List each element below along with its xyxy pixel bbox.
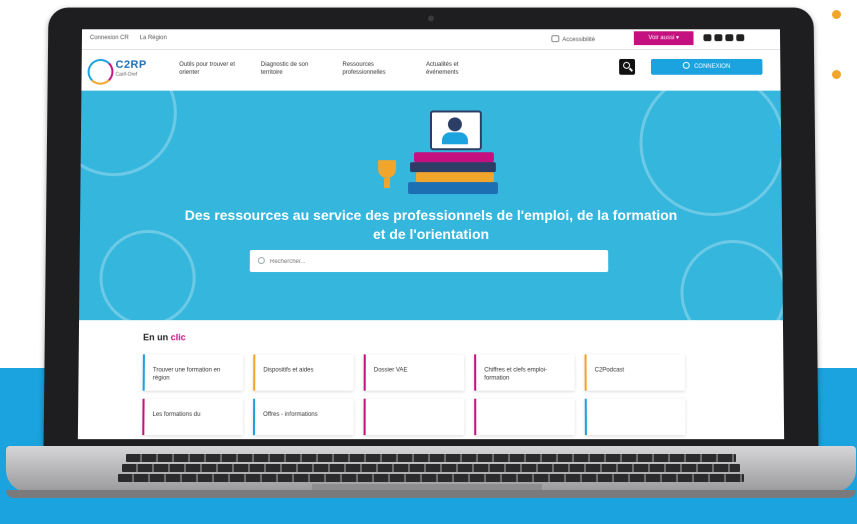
user-icon [683, 61, 691, 69]
card-accent-bar [584, 354, 587, 391]
laptop-base-front [6, 490, 856, 498]
quick-link-card[interactable]: Offres - informations [252, 398, 354, 436]
quick-link-card[interactable] [584, 398, 686, 436]
decorative-swirl [79, 90, 178, 177]
card-accent-bar [252, 398, 256, 436]
logo-subtitle: Carif-Oref [115, 71, 138, 78]
decorative-swirl [680, 239, 783, 321]
laptop-lid: Connexion CR La Région Accessibilité Voi… [43, 7, 819, 454]
laptop-screen: Connexion CR La Région Accessibilité Voi… [77, 29, 785, 440]
topbar-link-region[interactable]: La Région [140, 35, 167, 41]
trophy-stem [384, 178, 391, 189]
quick-link-card[interactable]: Les formations du [142, 398, 244, 436]
book-illustration [414, 152, 494, 163]
card-accent-bar [363, 398, 366, 436]
email-icon[interactable] [714, 34, 723, 42]
book-illustration [416, 172, 494, 183]
social-links [703, 34, 747, 43]
quick-link-card[interactable]: Dispositifs et aides [253, 354, 354, 391]
card-label: Chiffres et clefs emploi-formation [484, 367, 548, 382]
card-label: Dossier VAE [373, 367, 408, 374]
card-accent-bar [363, 354, 366, 391]
main-header: C2RP Carif-Oref Outils pour trouver et o… [81, 49, 780, 91]
monitor-illustration [430, 110, 482, 151]
nav-item-outils[interactable]: Outils pour trouver et orienter [179, 61, 239, 77]
section-title-en-un-clic: En un clic [143, 332, 186, 342]
top-utility-bar: Connexion CR La Région Accessibilité Voi… [81, 29, 781, 51]
card-label: C2Podcast [594, 367, 625, 374]
card-accent-bar [474, 354, 477, 391]
quick-link-card[interactable]: C2Podcast [584, 354, 686, 391]
site-logo[interactable]: C2RP Carif-Oref [87, 57, 147, 85]
card-label: Trouver une formation en région [152, 367, 221, 382]
nav-item-actualites[interactable]: Actualités et événements [426, 61, 486, 77]
card-label: Dispositifs et aides [263, 367, 314, 374]
keyboard-row [126, 454, 736, 462]
card-label: Offres - informations [263, 411, 318, 418]
accessibility-icon [551, 35, 560, 43]
topbar-link-connexion[interactable]: Connexion CR [90, 35, 129, 41]
search-icon [257, 257, 265, 265]
youtube-icon[interactable] [703, 34, 712, 42]
bullet-dot [832, 70, 841, 79]
keyboard-row [118, 474, 744, 482]
hero-illustration [370, 105, 500, 205]
quick-link-card[interactable]: Chiffres et clefs emploi-formation [474, 354, 575, 391]
linkedin-icon[interactable] [725, 34, 734, 42]
hero-search-bar[interactable] [249, 250, 609, 273]
nav-item-ressources[interactable]: Ressources professionnelles [342, 61, 402, 77]
podcast-icon[interactable] [736, 34, 745, 42]
person-illustration [447, 117, 462, 132]
see-also-label: Voir aussi [648, 35, 675, 42]
logo-ring-icon [87, 58, 114, 85]
card-accent-bar [584, 398, 587, 436]
accessibility-link[interactable]: Accessibilité [551, 35, 595, 43]
accessibility-label: Accessibilité [562, 37, 596, 44]
book-illustration [410, 162, 496, 173]
card-label: Les formations du [152, 411, 201, 418]
clic-title-accent: clic [170, 332, 186, 343]
card-accent-bar [142, 354, 145, 391]
bullet-dot [832, 10, 841, 19]
header-search-button[interactable] [619, 58, 636, 75]
webcam [428, 15, 434, 22]
hero-title: Des ressources au service des profession… [184, 207, 678, 242]
book-illustration [408, 182, 498, 195]
person-body-illustration [441, 132, 468, 145]
quick-link-card[interactable] [474, 398, 575, 436]
card-accent-bar [474, 398, 477, 436]
card-accent-bar [142, 398, 145, 436]
decorative-swirl [639, 90, 783, 217]
quick-link-card[interactable]: Trouver une formation en région [142, 354, 244, 391]
keyboard-row [122, 464, 740, 472]
login-label: CONNEXION [694, 63, 731, 70]
login-button[interactable]: CONNEXION [650, 58, 763, 75]
search-icon-handle [629, 67, 634, 72]
quick-link-card[interactable] [363, 398, 465, 436]
nav-item-diagnostic[interactable]: Diagnostic de son territoire [261, 61, 321, 77]
card-accent-bar [253, 354, 256, 391]
see-also-button[interactable]: Voir aussi ▾ [633, 31, 694, 46]
hero-search-input[interactable] [267, 253, 593, 272]
trophy-icon [378, 160, 397, 179]
quick-link-card[interactable]: Dossier VAE [363, 354, 465, 391]
clic-title-main: En un [143, 332, 171, 343]
hero-banner: Des ressources au service des profession… [79, 90, 783, 321]
logo-name: C2RP [115, 58, 147, 71]
chevron-down-icon: ▾ [675, 35, 679, 42]
